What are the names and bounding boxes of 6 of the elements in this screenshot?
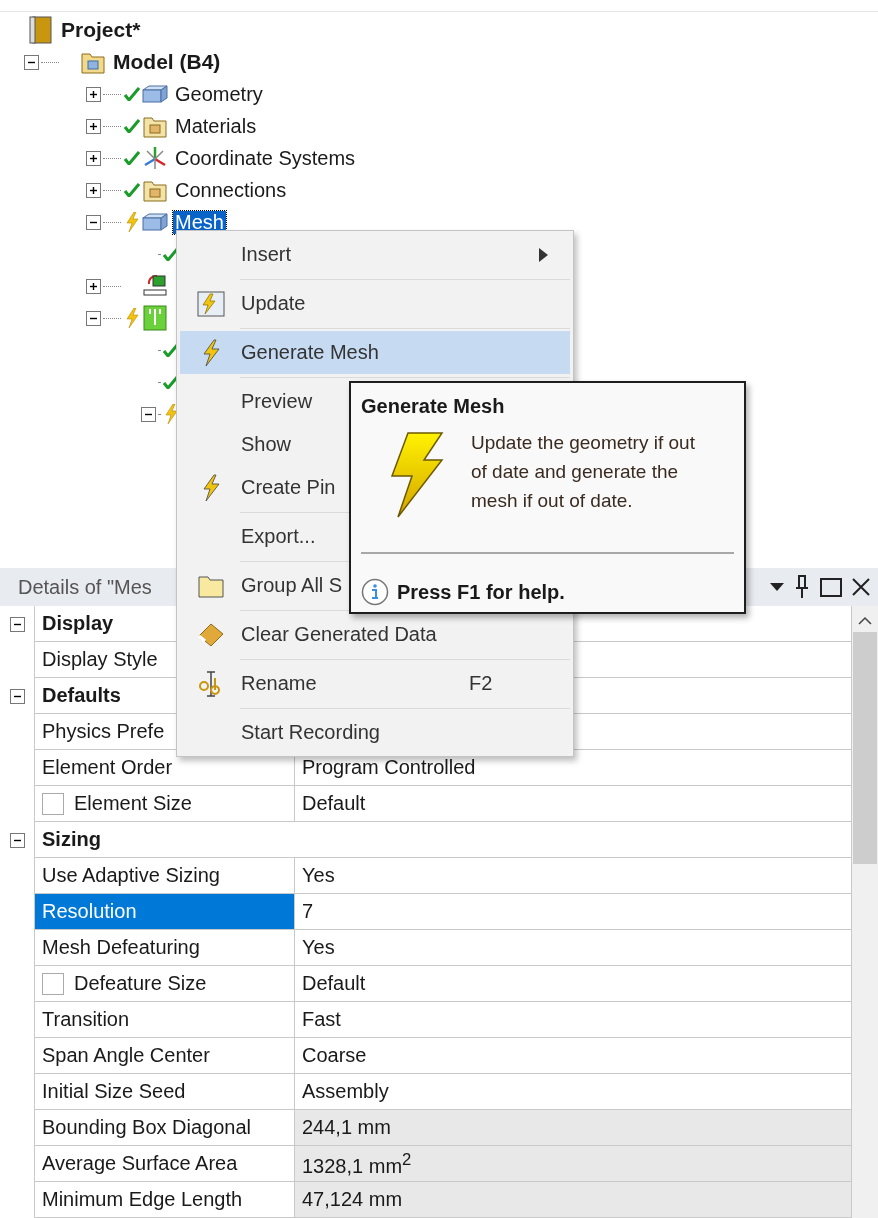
tooltip-text: Update the geometry if out of date and generate the mesh if out of date. <box>471 431 696 513</box>
panel-title: Details of "Mes <box>18 575 152 599</box>
help-hint: Press F1 for help. <box>397 580 565 604</box>
property-label: Element Size <box>74 792 192 815</box>
property-label: Defeature Size <box>74 972 207 995</box>
tooltip-title: Generate Mesh <box>361 395 505 418</box>
